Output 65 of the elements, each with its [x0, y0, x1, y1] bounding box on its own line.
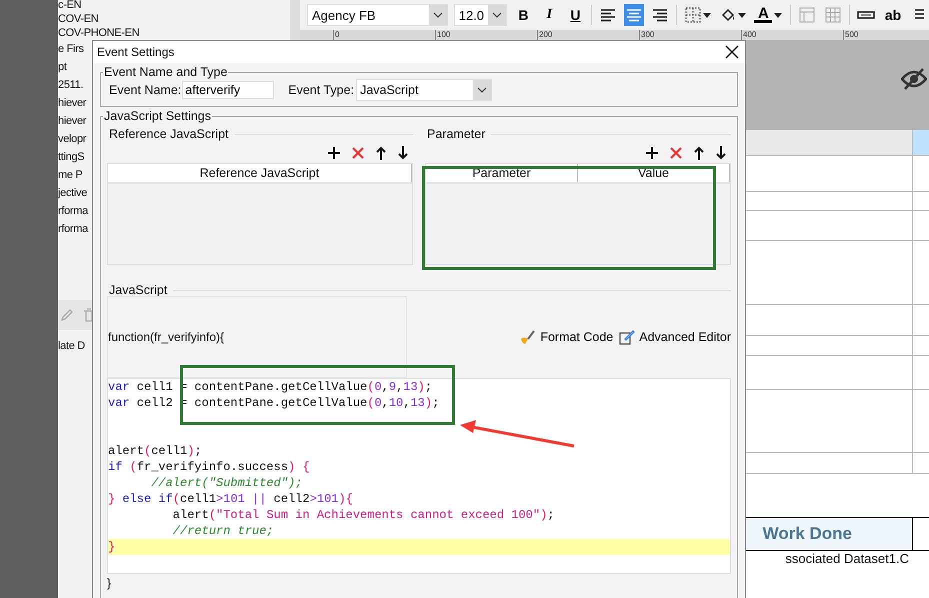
- align-center-button[interactable]: [624, 4, 644, 26]
- caret-icon: [774, 12, 782, 18]
- tree-item[interactable]: late D: [58, 340, 85, 352]
- code-line: } else if(cell1>101 || cell2>101){: [108, 491, 353, 507]
- tree-item[interactable]: COV-EN: [58, 12, 290, 26]
- font-color-button[interactable]: A: [753, 4, 784, 26]
- section-title: JavaScript Settings: [103, 109, 212, 123]
- add-button[interactable]: [327, 146, 341, 160]
- name-field[interactable]: afterverify: [182, 81, 274, 99]
- type-dropdown[interactable]: JavaScript: [356, 79, 492, 101]
- function-signature: function(fr_verifyinfo){: [108, 330, 224, 344]
- advanced-editor-button[interactable]: Advanced Editor: [619, 329, 731, 345]
- section-title: Event Name and Type: [103, 65, 228, 79]
- align-center-icon: [626, 8, 642, 22]
- paint-bucket-icon: [720, 7, 736, 23]
- field-label: Event Type:: [287, 83, 356, 97]
- grid-icon: [824, 7, 841, 23]
- add-button[interactable]: [645, 146, 659, 160]
- code-line: if (fr_verifyinfo.success) {: [108, 459, 310, 475]
- tree-item[interactable]: COV-PHONE-EN: [58, 26, 290, 40]
- column-header[interactable]: Value: [578, 164, 730, 182]
- align-left-icon: [600, 8, 616, 22]
- close-icon: [725, 45, 739, 59]
- italic-button[interactable]: I: [539, 4, 560, 26]
- broom-icon: [520, 329, 536, 345]
- size-dropdown[interactable]: 12.0: [454, 4, 508, 26]
- font-dropdown[interactable]: Agency FB: [307, 4, 448, 26]
- borders-icon: [684, 7, 701, 23]
- section-title: Parameter: [427, 127, 486, 141]
- code-line: }: [108, 539, 116, 555]
- down-button[interactable]: [397, 146, 409, 160]
- close-button[interactable]: [725, 45, 739, 59]
- chevron-down-icon: [432, 12, 443, 18]
- down-button[interactable]: [715, 146, 727, 160]
- code-editor[interactable]: [107, 378, 731, 574]
- window-title: Event Settings: [97, 45, 174, 59]
- bold-button[interactable]: B: [513, 4, 534, 26]
- column-header[interactable]: Parameter: [426, 164, 578, 182]
- chevron-down-icon: [492, 12, 502, 18]
- remove-button[interactable]: [669, 146, 683, 160]
- caret-icon: [702, 12, 711, 18]
- format-code-button[interactable]: Format Code: [520, 329, 614, 345]
- chevron-down-icon: [477, 87, 488, 93]
- lines-icon: [914, 8, 924, 22]
- code-line: //alert("Submitted");: [150, 475, 302, 491]
- code-line: alert(cell1);: [108, 443, 202, 459]
- field-label: Event Name:: [108, 83, 182, 97]
- column-header[interactable]: Reference JavaScript: [108, 164, 412, 182]
- caret-icon: [738, 12, 746, 18]
- section-title: Reference JavaScript: [109, 127, 229, 141]
- remove-button[interactable]: [351, 146, 365, 160]
- align-right-icon: [652, 8, 668, 22]
- merge-cells-icon: [798, 7, 815, 23]
- table-cell: ssociated Dataset1.C: [785, 551, 909, 566]
- edit-icon: [619, 329, 636, 345]
- text-button[interactable]: ab: [882, 4, 903, 26]
- up-button[interactable]: [693, 146, 705, 160]
- tree-item[interactable]: c-EN: [58, 0, 290, 12]
- text-field-icon: [857, 10, 876, 20]
- code-text: }: [107, 576, 112, 590]
- section-title: JavaScript: [109, 283, 168, 297]
- code-line: //return true;: [172, 523, 274, 539]
- up-button[interactable]: [375, 146, 387, 160]
- hidden-eye-icon: [901, 68, 927, 90]
- underline-button[interactable]: U: [565, 4, 586, 26]
